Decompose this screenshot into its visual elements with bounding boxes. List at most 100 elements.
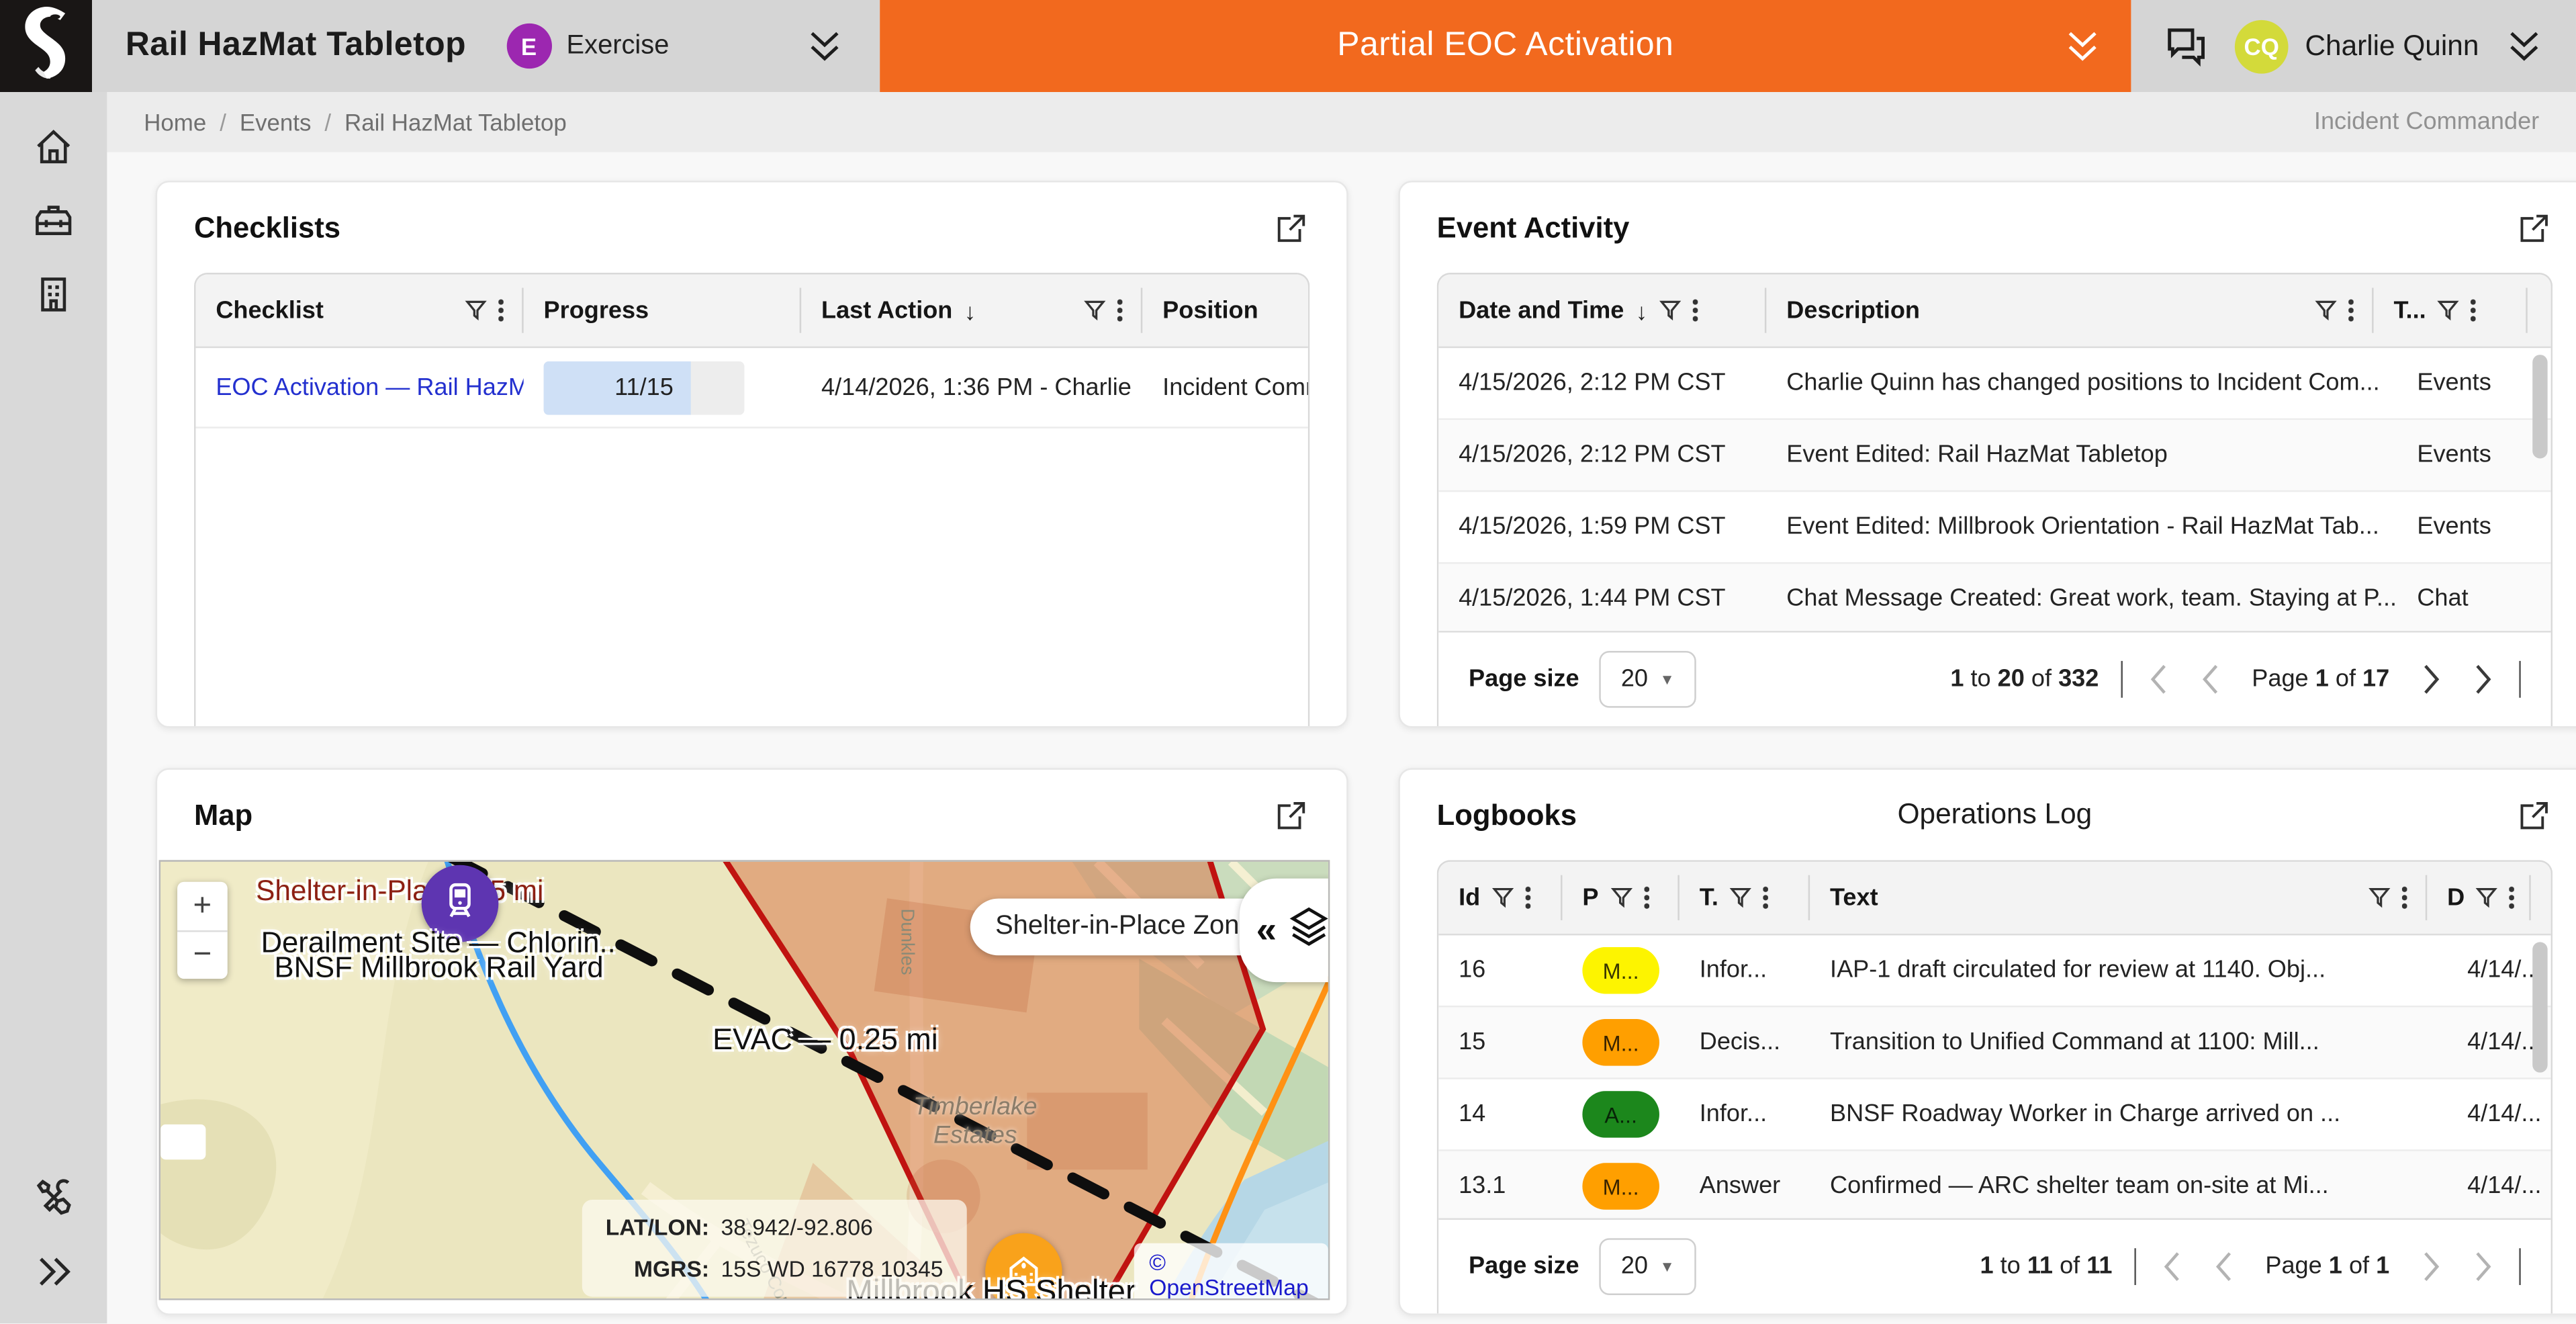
checklist-link[interactable]: EOC Activation — Rail HazM (216, 374, 523, 401)
activity-row[interactable]: 4/15/2026, 1:44 PM CST Chat Message Crea… (1438, 564, 2550, 631)
building-icon[interactable] (32, 273, 75, 316)
caret-down-icon: ▼ (1659, 1258, 1674, 1275)
sort-desc-icon[interactable]: ↓ (964, 297, 976, 324)
checklists-popout-icon[interactable] (1273, 209, 1310, 246)
logbook-row[interactable]: 15 M... Decis... Transition to Unified C… (1438, 1008, 2550, 1079)
col-priority: P (1582, 884, 1598, 911)
first-page-icon[interactable] (2145, 661, 2175, 698)
checklists-table: Checklist Progress Last Action↓ Position (194, 273, 1309, 726)
osm-attribution[interactable]: © OpenStreetMap (1134, 1243, 1328, 1300)
activation-banner-chevron-icon[interactable] (2061, 24, 2105, 68)
collapse-panel-icon[interactable]: « (1256, 912, 1277, 949)
event-activity-card: Event Activity Date and Time↓ Descriptio… (1398, 181, 2576, 728)
priority-pill: M... (1582, 1163, 1659, 1210)
admin-tools-icon[interactable] (30, 1174, 77, 1221)
layers-icon[interactable] (1287, 903, 1330, 957)
breadcrumb-events[interactable]: Events (240, 109, 312, 136)
map-popout-icon[interactable] (1273, 797, 1310, 834)
col-last-action: Last Action (821, 297, 952, 324)
column-menu-icon[interactable] (1692, 298, 1697, 322)
filter-icon[interactable] (2477, 887, 2498, 908)
user-avatar[interactable]: CQ (2235, 19, 2289, 73)
next-page-icon[interactable] (2415, 1248, 2445, 1285)
breadcrumb: Home / Events / Rail HazMat Tabletop Inc… (107, 92, 2576, 152)
prev-page-icon[interactable] (2197, 661, 2227, 698)
event-menu-chevron-icon[interactable] (803, 24, 847, 68)
zoom-in-button[interactable]: + (177, 882, 228, 930)
filter-icon[interactable] (2368, 887, 2390, 908)
first-page-icon[interactable] (2158, 1248, 2189, 1285)
col-position: Position (1162, 297, 1258, 324)
zone-tooltip: Shelter-in-Place Zone (970, 899, 1279, 956)
map-scale-box (160, 1124, 205, 1159)
activation-banner-label: Partial EOC Activation (1337, 27, 1673, 65)
exercise-badge-label: Exercise (567, 31, 670, 61)
prev-page-icon[interactable] (2210, 1248, 2240, 1285)
next-page-icon[interactable] (2415, 661, 2445, 698)
table-scrollbar[interactable] (2532, 942, 2547, 1072)
left-sidebar (0, 92, 107, 1324)
filter-icon[interactable] (1730, 887, 1751, 908)
filter-icon[interactable] (1492, 887, 1514, 908)
column-menu-icon[interactable] (2510, 885, 2515, 910)
column-menu-icon[interactable] (1644, 885, 1649, 910)
checklist-row[interactable]: EOC Activation — Rail HazM 11/15 4/14/20… (195, 348, 1307, 429)
column-menu-icon[interactable] (2348, 298, 2353, 322)
exercise-badge: E (506, 24, 551, 69)
filter-icon[interactable] (1659, 300, 1681, 321)
col-id: Id (1459, 884, 1480, 911)
filter-icon[interactable] (1610, 887, 1632, 908)
top-bar: Rail HazMat Tabletop E Exercise Partial … (0, 0, 2576, 92)
column-menu-icon[interactable] (2402, 885, 2407, 910)
derailment-marker[interactable] (422, 865, 499, 942)
activity-row[interactable]: 4/15/2026, 2:12 PM CST Charlie Quinn has… (1438, 348, 2550, 420)
table-scrollbar[interactable] (2532, 355, 2547, 458)
column-menu-icon[interactable] (1117, 298, 1122, 322)
logbooks-title: Logbooks (1437, 797, 1577, 832)
map-viewport[interactable]: + − Shelter-in-Place 0.5 mi Derailment S… (159, 860, 1330, 1300)
logbooks-table: Id P T. Text (1437, 860, 2552, 1313)
event-activity-popout-icon[interactable] (2516, 209, 2552, 246)
column-menu-icon[interactable] (2471, 298, 2476, 322)
logbook-row[interactable]: 14 A... Infor... BNSF Roadway Worker in … (1438, 1079, 2550, 1151)
col-description: Description (1786, 297, 1920, 324)
zoom-out-button[interactable]: − (177, 930, 228, 979)
school-building-icon (1002, 1245, 1046, 1297)
page-size-select[interactable]: 20▼ (1600, 651, 1696, 708)
progress-value: 11/15 (544, 361, 745, 414)
column-menu-icon[interactable] (1525, 885, 1530, 910)
toolbox-icon[interactable] (32, 199, 75, 242)
app-logo[interactable] (0, 0, 92, 92)
page-size-select[interactable]: 20▼ (1600, 1238, 1696, 1295)
logbook-row[interactable]: 16 M... Infor... IAP-1 draft circulated … (1438, 935, 2550, 1007)
event-activity-table: Date and Time↓ Description T... (1437, 273, 2552, 726)
filter-icon[interactable] (2438, 300, 2459, 321)
user-menu-chevron-icon[interactable] (2502, 24, 2546, 68)
checklists-card: Checklists Checklist Progress Last Actio… (156, 181, 1348, 728)
sort-desc-icon[interactable]: ↓ (1636, 297, 1647, 324)
activation-banner[interactable]: Partial EOC Activation (880, 0, 2131, 92)
col-progress: Progress (544, 297, 649, 324)
home-icon[interactable] (32, 126, 75, 169)
event-title: Rail HazMat Tabletop (126, 27, 466, 65)
event-header-segment[interactable]: Rail HazMat Tabletop E Exercise (92, 0, 880, 92)
current-role-label[interactable]: Incident Commander (2314, 109, 2539, 136)
logbooks-popout-icon[interactable] (2516, 797, 2552, 834)
filter-icon[interactable] (2315, 300, 2336, 321)
column-menu-icon[interactable] (498, 298, 503, 322)
filter-icon[interactable] (465, 300, 486, 321)
activity-row[interactable]: 4/15/2026, 1:59 PM CST Event Edited: Mil… (1438, 492, 2550, 564)
breadcrumb-home[interactable]: Home (144, 109, 206, 136)
last-page-icon[interactable] (2467, 661, 2497, 698)
expand-sidebar-icon[interactable] (32, 1250, 75, 1294)
activity-row[interactable]: 4/15/2026, 2:12 PM CST Event Edited: Rai… (1438, 420, 2550, 492)
logbook-row[interactable]: 13.1 M... Answer Confirmed — ARC shelter… (1438, 1151, 2550, 1219)
breadcrumb-current: Rail HazMat Tabletop (344, 109, 567, 136)
chat-icon[interactable] (2161, 21, 2211, 71)
progress-bar: 11/15 (544, 361, 745, 414)
user-name: Charlie Quinn (2305, 30, 2479, 63)
last-page-icon[interactable] (2467, 1248, 2497, 1285)
column-menu-icon[interactable] (1763, 885, 1768, 910)
filter-icon[interactable] (1084, 300, 1105, 321)
coordinates-readout: LAT/LON:38.942/-92.806 MGRS:15S WD 16778… (582, 1200, 967, 1296)
